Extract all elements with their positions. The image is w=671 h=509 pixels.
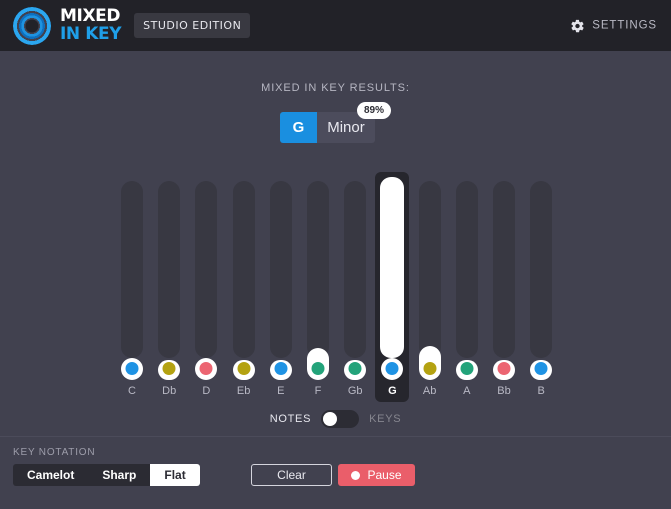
note-color-dot — [125, 362, 139, 375]
note-column[interactable]: C — [115, 172, 149, 402]
note-color-dot — [162, 362, 176, 375]
note-level-indicator — [493, 360, 515, 380]
note-color-dot — [274, 362, 288, 375]
note-column[interactable]: Db — [152, 172, 186, 402]
note-label: C — [128, 385, 136, 397]
note-level-indicator — [232, 360, 255, 380]
note-column[interactable]: Bb — [487, 172, 521, 402]
note-color-dot — [237, 362, 251, 375]
note-color-dot — [423, 362, 437, 375]
note-label: G — [388, 385, 397, 397]
pause-button[interactable]: Pause — [338, 464, 415, 486]
note-bar-track — [530, 181, 553, 358]
note-column[interactable]: E — [264, 172, 298, 402]
note-bar-graph: C Db D Eb E F Gb G Ab A Bb B — [115, 172, 557, 402]
note-color-dot — [534, 362, 548, 375]
recording-dot-icon — [351, 470, 361, 480]
key-notation-segmented-control[interactable]: Camelot Sharp Flat — [13, 464, 200, 486]
note-bar-track — [121, 181, 143, 358]
note-level-indicator — [455, 360, 478, 380]
settings-label: SETTINGS — [592, 19, 657, 32]
note-bar-track — [455, 181, 478, 358]
app-window: MIXED IN KEY STUDIO EDITION SETTINGS MIX… — [0, 0, 671, 509]
note-level-indicator — [530, 360, 553, 380]
note-bar-track — [380, 177, 405, 358]
note-column[interactable]: Ab — [413, 172, 447, 402]
pause-button-label: Pause — [367, 468, 402, 482]
note-color-dot — [385, 362, 399, 375]
switch-knob — [323, 412, 338, 426]
note-column[interactable]: A — [450, 172, 484, 402]
note-bar-track — [493, 181, 515, 358]
clear-button[interactable]: Clear — [251, 464, 332, 486]
note-color-dot — [311, 362, 325, 375]
app-header: MIXED IN KEY STUDIO EDITION SETTINGS — [0, 0, 671, 51]
note-column[interactable]: G — [375, 172, 410, 402]
note-color-dot — [497, 362, 511, 375]
notes-keys-switch[interactable] — [321, 410, 360, 428]
brand-wordmark-line1: MIXED — [60, 6, 121, 26]
note-column[interactable]: B — [524, 172, 558, 402]
note-bar-track — [195, 181, 218, 358]
note-label: D — [202, 385, 211, 397]
gear-icon — [571, 19, 584, 32]
note-bar-track — [344, 181, 367, 358]
note-bar-track — [269, 181, 292, 358]
toggle-label-keys: KEYS — [369, 413, 402, 425]
notation-option-camelot[interactable]: Camelot — [13, 464, 89, 486]
settings-button[interactable]: SETTINGS — [570, 18, 657, 33]
note-label: F — [314, 385, 322, 397]
mixed-in-key-logo-icon — [13, 6, 51, 45]
key-notation-label: KEY NOTATION — [13, 447, 96, 458]
note-label: Eb — [236, 385, 251, 397]
note-column[interactable]: Eb — [227, 172, 261, 402]
confidence-badge: 89% — [357, 102, 392, 119]
results-label: MIXED IN KEY RESULTS: — [261, 82, 410, 94]
note-column[interactable]: Gb — [338, 172, 372, 402]
edition-badge: STUDIO EDITION — [134, 13, 251, 38]
note-level-indicator — [158, 360, 181, 380]
note-label: Bb — [497, 385, 511, 397]
note-label: B — [537, 385, 545, 397]
notation-option-sharp[interactable]: Sharp — [88, 464, 151, 486]
note-bar-track — [307, 181, 329, 358]
note-label: Ab — [422, 385, 437, 397]
note-bar-track — [418, 181, 441, 358]
note-column[interactable]: D — [189, 172, 223, 402]
notation-option-flat[interactable]: Flat — [150, 464, 200, 486]
note-color-dot — [460, 362, 474, 375]
note-column[interactable]: F — [301, 172, 335, 402]
toggle-label-notes: NOTES — [269, 413, 312, 425]
note-color-dot — [199, 362, 213, 375]
note-level-indicator — [269, 360, 292, 380]
note-label: E — [277, 385, 285, 397]
note-level-indicator — [307, 348, 329, 380]
note-label: Gb — [347, 385, 363, 397]
note-label: Db — [162, 385, 177, 397]
note-level-indicator — [121, 358, 143, 380]
note-color-dot — [348, 362, 362, 375]
footer-divider — [0, 436, 671, 437]
note-bar-track — [232, 181, 255, 358]
brand-wordmark: MIXED IN KEY — [60, 6, 122, 44]
note-label: A — [463, 385, 471, 397]
brand-wordmark-line2: IN KEY — [60, 24, 122, 44]
key-result-note[interactable]: G — [280, 112, 317, 143]
note-level-indicator — [418, 346, 441, 380]
notes-keys-toggle-row: NOTES KEYS — [0, 410, 671, 428]
brand-logo: MIXED IN KEY STUDIO EDITION — [13, 6, 251, 45]
note-level-indicator — [344, 360, 367, 380]
note-bar-track — [158, 181, 181, 358]
